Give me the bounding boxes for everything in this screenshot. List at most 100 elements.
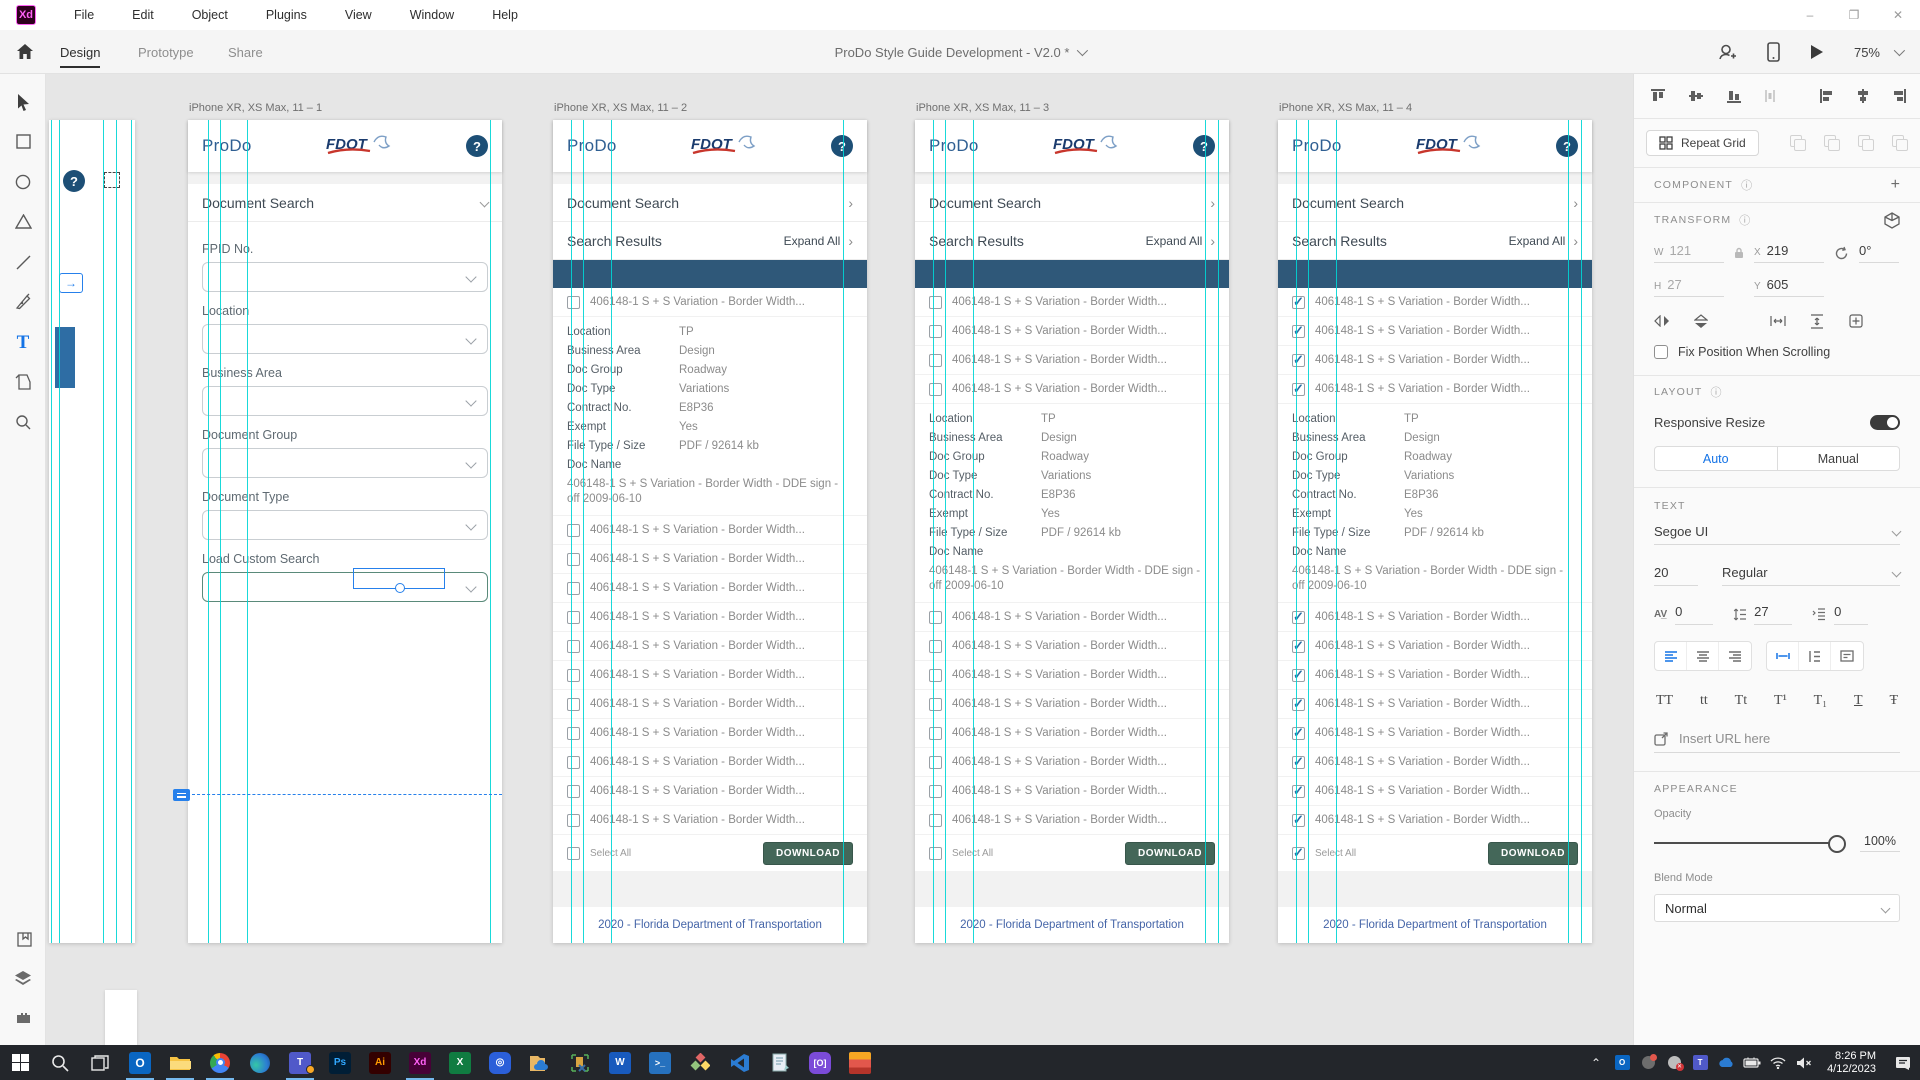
info-icon[interactable]: ⓘ [1739, 212, 1750, 228]
resize-both-icon[interactable] [1848, 313, 1864, 329]
result-row[interactable]: 406148-1 S + S Variation - Border Width.… [553, 574, 867, 603]
notepad-taskbar-icon[interactable] [760, 1045, 800, 1080]
auto-option[interactable]: Auto [1655, 447, 1778, 470]
artboard-tool-icon[interactable] [0, 374, 46, 390]
business-area-dropdown[interactable] [202, 386, 488, 416]
result-row[interactable]: 406148-1 S + S Variation - Border Width.… [1278, 806, 1592, 835]
cube-app-taskbar-icon[interactable] [840, 1045, 880, 1080]
result-row[interactable]: 406148-1 S + S Variation - Border Width.… [915, 748, 1229, 777]
row-checkbox[interactable] [567, 727, 580, 740]
fpid-dropdown[interactable] [202, 262, 488, 292]
select-all-checkbox[interactable] [567, 847, 580, 860]
letter-spacing-field[interactable]: 0 [1675, 604, 1713, 625]
superscript-icon[interactable]: T¹ [1774, 693, 1787, 709]
menu-view[interactable]: View [345, 8, 372, 22]
fix-position-checkbox[interactable] [1654, 345, 1668, 359]
flip-horizontal-icon[interactable] [1654, 315, 1670, 327]
document-search-row[interactable]: Document Search › [915, 184, 1229, 222]
result-row[interactable]: 406148-1 S + S Variation - Border Width.… [1278, 719, 1592, 748]
taskbar-search-icon[interactable] [40, 1045, 80, 1080]
uppercase-icon[interactable]: TT [1656, 693, 1673, 709]
arrow-button-fragment[interactable]: → [59, 273, 83, 293]
boolean-add-icon[interactable] [1790, 135, 1806, 151]
result-row[interactable]: 406148-1 S + S Variation - Border Width.… [915, 719, 1229, 748]
row-checkbox[interactable] [567, 296, 580, 309]
row-checkbox[interactable] [929, 325, 942, 338]
invite-user-icon[interactable] [1717, 43, 1737, 61]
result-row[interactable]: 406148-1 S + S Variation - Border Width.… [915, 603, 1229, 632]
rotation-field[interactable]: 0° [1859, 243, 1899, 263]
polygon-tool-icon[interactable] [0, 214, 46, 229]
layers-panel-icon[interactable] [0, 970, 46, 986]
menu-object[interactable]: Object [192, 8, 228, 22]
row-checkbox[interactable] [567, 582, 580, 595]
row-checkbox-checked[interactable] [1292, 383, 1305, 396]
result-row[interactable]: 406148-1 S + S Variation - Border Width.… [553, 516, 867, 545]
result-row[interactable]: 406148-1 S + S Variation - Border Width.… [915, 690, 1229, 719]
result-row[interactable]: 406148-1 S + S Variation - Border Width.… [915, 375, 1229, 404]
menu-window[interactable]: Window [410, 8, 454, 22]
result-row[interactable]: 406148-1 S + S Variation - Border Width.… [915, 288, 1229, 317]
design-canvas[interactable]: ? → iPhone XR, XS Max, 11 – 1 ProDo FDOT… [46, 74, 1633, 1045]
help-icon[interactable]: ? [466, 135, 488, 157]
row-checkbox-checked[interactable] [1292, 785, 1305, 798]
titlecase-icon[interactable]: Tt [1735, 693, 1747, 709]
tray-wifi-icon[interactable] [1765, 1045, 1791, 1080]
row-checkbox-checked[interactable] [1292, 814, 1305, 827]
result-row[interactable]: 406148-1 S + S Variation - Border Width.… [553, 690, 867, 719]
expand-all-link[interactable]: Expand All [1509, 234, 1566, 248]
scroll-group-marker[interactable] [173, 789, 190, 801]
select-tool-icon[interactable] [0, 94, 46, 111]
partial-artboard[interactable]: ? → [49, 120, 135, 943]
select-all-checkbox[interactable] [929, 847, 942, 860]
row-checkbox[interactable] [929, 354, 942, 367]
result-row[interactable]: 406148-1 S + S Variation - Border Width.… [915, 317, 1229, 346]
search-results-row[interactable]: Search Results Expand All› [553, 222, 867, 260]
flip-vertical-icon[interactable] [1694, 314, 1708, 329]
photoshop-taskbar-icon[interactable]: Ps [320, 1045, 360, 1080]
plugins-panel-icon[interactable] [0, 1010, 46, 1024]
document-search-row[interactable]: Document Search › [1278, 184, 1592, 222]
help-icon[interactable]: ? [1556, 135, 1578, 157]
vscode-taskbar-icon[interactable] [720, 1045, 760, 1080]
row-checkbox-checked[interactable] [1292, 727, 1305, 740]
row-checkbox[interactable] [929, 785, 942, 798]
fix-position-row[interactable]: Fix Position When Scrolling [1634, 345, 1920, 359]
row-checkbox-checked[interactable] [1292, 756, 1305, 769]
file-explorer-taskbar-icon[interactable] [160, 1045, 200, 1080]
menu-help[interactable]: Help [492, 8, 518, 22]
auto-width-icon[interactable] [1767, 642, 1799, 670]
search-results-row[interactable]: Search Results Expand All› [915, 222, 1229, 260]
document-type-dropdown[interactable] [202, 510, 488, 540]
expand-all-link[interactable]: Expand All [1146, 234, 1203, 248]
device-preview-icon[interactable] [1767, 42, 1780, 62]
selected-layer-block[interactable] [55, 327, 75, 388]
result-row[interactable]: 406148-1 S + S Variation - Border Width.… [553, 806, 867, 835]
artboard-label[interactable]: iPhone XR, XS Max, 11 – 3 [916, 102, 1049, 114]
illustrator-taskbar-icon[interactable]: Ai [360, 1045, 400, 1080]
tray-sync-error-icon[interactable]: ✕ [1661, 1045, 1687, 1080]
align-middle-icon[interactable] [1688, 89, 1704, 103]
location-dropdown[interactable] [202, 324, 488, 354]
notification-center-icon[interactable] [1886, 1045, 1920, 1080]
row-checkbox[interactable] [929, 611, 942, 624]
drawio-taskbar-icon[interactable] [680, 1045, 720, 1080]
result-row[interactable]: 406148-1 S + S Variation - Border Width.… [915, 806, 1229, 835]
row-checkbox[interactable] [567, 640, 580, 653]
screen-clip-taskbar-icon[interactable]: [O] [800, 1045, 840, 1080]
result-row[interactable]: 406148-1 S + S Variation - Border Width.… [1278, 661, 1592, 690]
row-checkbox[interactable] [567, 756, 580, 769]
teams-taskbar-icon[interactable]: T [280, 1045, 320, 1080]
maximize-button[interactable]: ❐ [1832, 0, 1876, 30]
artboard-label[interactable]: iPhone XR, XS Max, 11 – 4 [1279, 102, 1412, 114]
row-checkbox[interactable] [567, 785, 580, 798]
start-button[interactable] [0, 1045, 40, 1080]
assets-panel-icon[interactable] [0, 930, 46, 947]
result-row[interactable]: 406148-1 S + S Variation - Border Width.… [1278, 317, 1592, 346]
row-checkbox[interactable] [567, 669, 580, 682]
fixed-size-icon[interactable] [1831, 642, 1863, 670]
help-icon[interactable]: ? [1193, 135, 1215, 157]
zoom-tool-icon[interactable] [0, 414, 46, 430]
download-button[interactable]: DOWNLOAD [1488, 842, 1578, 865]
result-row[interactable]: 406148-1 S + S Variation - Border Width.… [915, 346, 1229, 375]
